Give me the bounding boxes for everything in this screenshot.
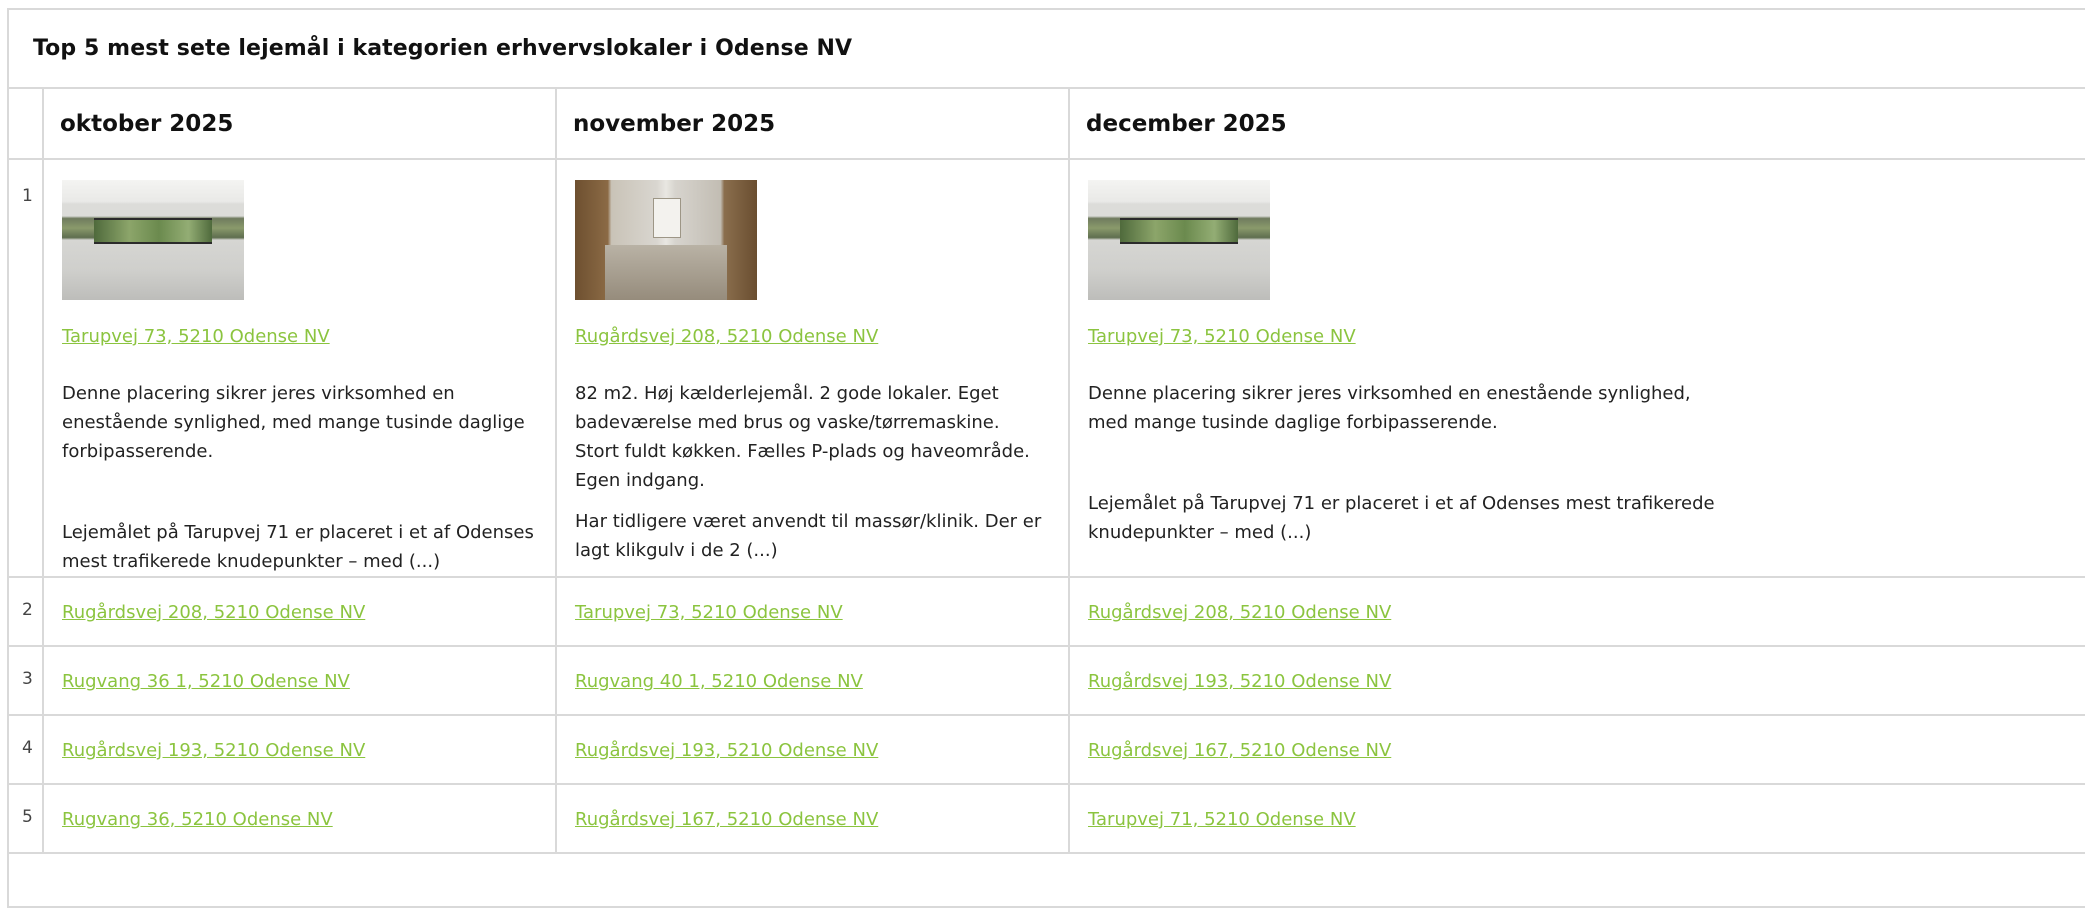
rank-cell: 4: [9, 714, 44, 785]
table-row-rank-5: 5 Rugvang 36, 5210 Odense NV Rugårdsvej …: [9, 783, 2085, 854]
listing-cell: Rugårdsvej 193, 5210 Odense NV: [1068, 645, 2085, 716]
listing-link[interactable]: Rugårdsvej 193, 5210 Odense NV: [62, 736, 365, 765]
top-listing-cell: Rugårdsvej 208, 5210 Odense NV 82 m2. Hø…: [555, 158, 1070, 578]
listing-link[interactable]: Rugvang 40 1, 5210 Odense NV: [575, 667, 863, 696]
rank-number: 5: [22, 807, 33, 827]
month-header: november 2025: [555, 89, 1070, 160]
listing-cell: Rugvang 40 1, 5210 Odense NV: [555, 645, 1070, 716]
top-listing-cell: Tarupvej 73, 5210 Odense NV Denne placer…: [42, 158, 557, 578]
listing-description: Denne placering sikrer jeres virksomhed …: [62, 379, 535, 576]
listing-cell: Rugårdsvej 193, 5210 Odense NV: [555, 714, 1070, 785]
month-header: oktober 2025: [42, 89, 557, 160]
top5-panel: Top 5 mest sete lejemål i kategorien erh…: [7, 8, 2085, 908]
listing-cell: Rugårdsvej 208, 5210 Odense NV: [1068, 576, 2085, 647]
description-paragraph: 82 m2. Høj kælderlejemål. 2 gode lokaler…: [575, 383, 1030, 491]
listing-cell: Rugårdsvej 167, 5210 Odense NV: [1068, 714, 2085, 785]
rank-number: 2: [22, 600, 33, 620]
rank-cell: 5: [9, 783, 44, 854]
listing-cell: Rugårdsvej 167, 5210 Odense NV: [555, 783, 1070, 854]
listing-link[interactable]: Rugårdsvej 193, 5210 Odense NV: [575, 736, 878, 765]
listing-link[interactable]: Rugårdsvej 167, 5210 Odense NV: [1088, 736, 1391, 765]
listing-link[interactable]: Tarupvej 73, 5210 Odense NV: [62, 322, 330, 351]
listing-photo[interactable]: [62, 180, 244, 300]
listing-link[interactable]: Tarupvej 73, 5210 Odense NV: [575, 598, 843, 627]
listing-photo[interactable]: [575, 180, 757, 300]
description-paragraph: Har tidligere været anvendt til massør/k…: [575, 511, 1042, 561]
rank-cell: 3: [9, 645, 44, 716]
listing-cell: Rugvang 36, 5210 Odense NV: [42, 783, 557, 854]
table-row-rank-2: 2 Rugårdsvej 208, 5210 Odense NV Tarupve…: [9, 576, 2085, 647]
listing-link[interactable]: Rugårdsvej 208, 5210 Odense NV: [1088, 598, 1391, 627]
rank-header: [9, 89, 44, 160]
listing-cell: Tarupvej 73, 5210 Odense NV: [555, 576, 1070, 647]
month-label: oktober 2025: [60, 110, 234, 137]
listing-link[interactable]: Rugårdsvej 208, 5210 Odense NV: [62, 598, 365, 627]
rank-number: 4: [22, 738, 33, 758]
description-paragraph: Denne placering sikrer jeres virksomhed …: [1088, 383, 1691, 433]
listing-description: 82 m2. Høj kælderlejemål. 2 gode lokaler…: [575, 379, 1048, 565]
rank-cell: 1: [9, 158, 44, 578]
rank-cell: 2: [9, 576, 44, 647]
month-label: december 2025: [1086, 110, 1287, 137]
top-listing-cell: Tarupvej 73, 5210 Odense NV Denne placer…: [1068, 158, 2085, 578]
header-row: oktober 2025 november 2025 december 2025: [9, 89, 2085, 160]
rank-number: 1: [22, 186, 33, 206]
rankings-table: oktober 2025 november 2025 december 2025…: [9, 89, 2085, 854]
listing-link[interactable]: Rugårdsvej 208, 5210 Odense NV: [575, 322, 878, 351]
month-header: december 2025: [1068, 89, 2085, 160]
listing-photo[interactable]: [1088, 180, 1270, 300]
table-row-rank-4: 4 Rugårdsvej 193, 5210 Odense NV Rugårds…: [9, 714, 2085, 785]
panel-title: Top 5 mest sete lejemål i kategorien erh…: [33, 36, 853, 61]
panel-header: Top 5 mest sete lejemål i kategorien erh…: [9, 10, 2085, 89]
listing-link[interactable]: Rugårdsvej 167, 5210 Odense NV: [575, 805, 878, 834]
listing-link[interactable]: Rugvang 36 1, 5210 Odense NV: [62, 667, 350, 696]
listing-link[interactable]: Rugårdsvej 193, 5210 Odense NV: [1088, 667, 1391, 696]
listing-cell: Rugårdsvej 193, 5210 Odense NV: [42, 714, 557, 785]
description-paragraph: Lejemålet på Tarupvej 71 er placeret i e…: [62, 522, 534, 572]
listing-link[interactable]: Tarupvej 73, 5210 Odense NV: [1088, 322, 1356, 351]
description-paragraph: Lejemålet på Tarupvej 71 er placeret i e…: [1088, 493, 1715, 543]
listing-cell: Rugårdsvej 208, 5210 Odense NV: [42, 576, 557, 647]
rank-number: 3: [22, 669, 33, 689]
table-row-rank-1: 1 Tarupvej 73, 5210 Odense NV Denne plac…: [9, 158, 2085, 578]
table-row-rank-3: 3 Rugvang 36 1, 5210 Odense NV Rugvang 4…: [9, 645, 2085, 716]
listing-link[interactable]: Tarupvej 71, 5210 Odense NV: [1088, 805, 1356, 834]
description-paragraph: Denne placering sikrer jeres virksomhed …: [62, 383, 525, 462]
listing-cell: Rugvang 36 1, 5210 Odense NV: [42, 645, 557, 716]
listing-cell: Tarupvej 71, 5210 Odense NV: [1068, 783, 2085, 854]
month-label: november 2025: [573, 110, 776, 137]
listing-link[interactable]: Rugvang 36, 5210 Odense NV: [62, 805, 333, 834]
listing-description: Denne placering sikrer jeres virksomhed …: [1088, 379, 1728, 547]
